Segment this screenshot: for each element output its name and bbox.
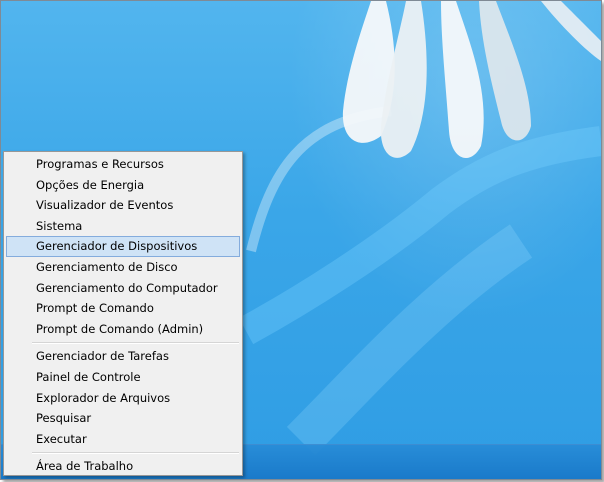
menu-item-area-de-trabalho[interactable]: Área de Trabalho	[6, 456, 240, 477]
menu-item-gerenciamento-do-computador[interactable]: Gerenciamento do Computador	[6, 278, 240, 299]
menu-item-sistema[interactable]: Sistema	[6, 216, 240, 237]
power-user-context-menu: Programas e Recursos Opções de Energia V…	[3, 151, 243, 476]
menu-item-pesquisar[interactable]: Pesquisar	[6, 408, 240, 429]
menu-item-prompt-de-comando-admin[interactable]: Prompt de Comando (Admin)	[6, 319, 240, 340]
menu-item-gerenciamento-de-disco[interactable]: Gerenciamento de Disco	[6, 257, 240, 278]
menu-item-visualizador-de-eventos[interactable]: Visualizador de Eventos	[6, 195, 240, 216]
menu-item-gerenciador-de-dispositivos[interactable]: Gerenciador de Dispositivos	[6, 236, 240, 257]
menu-item-explorador-de-arquivos[interactable]: Explorador de Arquivos	[6, 388, 240, 409]
menu-item-executar[interactable]: Executar	[6, 429, 240, 450]
menu-item-gerenciador-de-tarefas[interactable]: Gerenciador de Tarefas	[6, 346, 240, 367]
menu-item-opcoes-de-energia[interactable]: Opções de Energia	[6, 175, 240, 196]
menu-item-programas-e-recursos[interactable]: Programas e Recursos	[6, 154, 240, 175]
menu-item-painel-de-controle[interactable]: Painel de Controle	[6, 367, 240, 388]
menu-separator	[32, 342, 239, 345]
menu-separator	[32, 452, 239, 455]
menu-item-prompt-de-comando[interactable]: Prompt de Comando	[6, 298, 240, 319]
screenshot-frame: Programas e Recursos Opções de Energia V…	[0, 0, 602, 480]
